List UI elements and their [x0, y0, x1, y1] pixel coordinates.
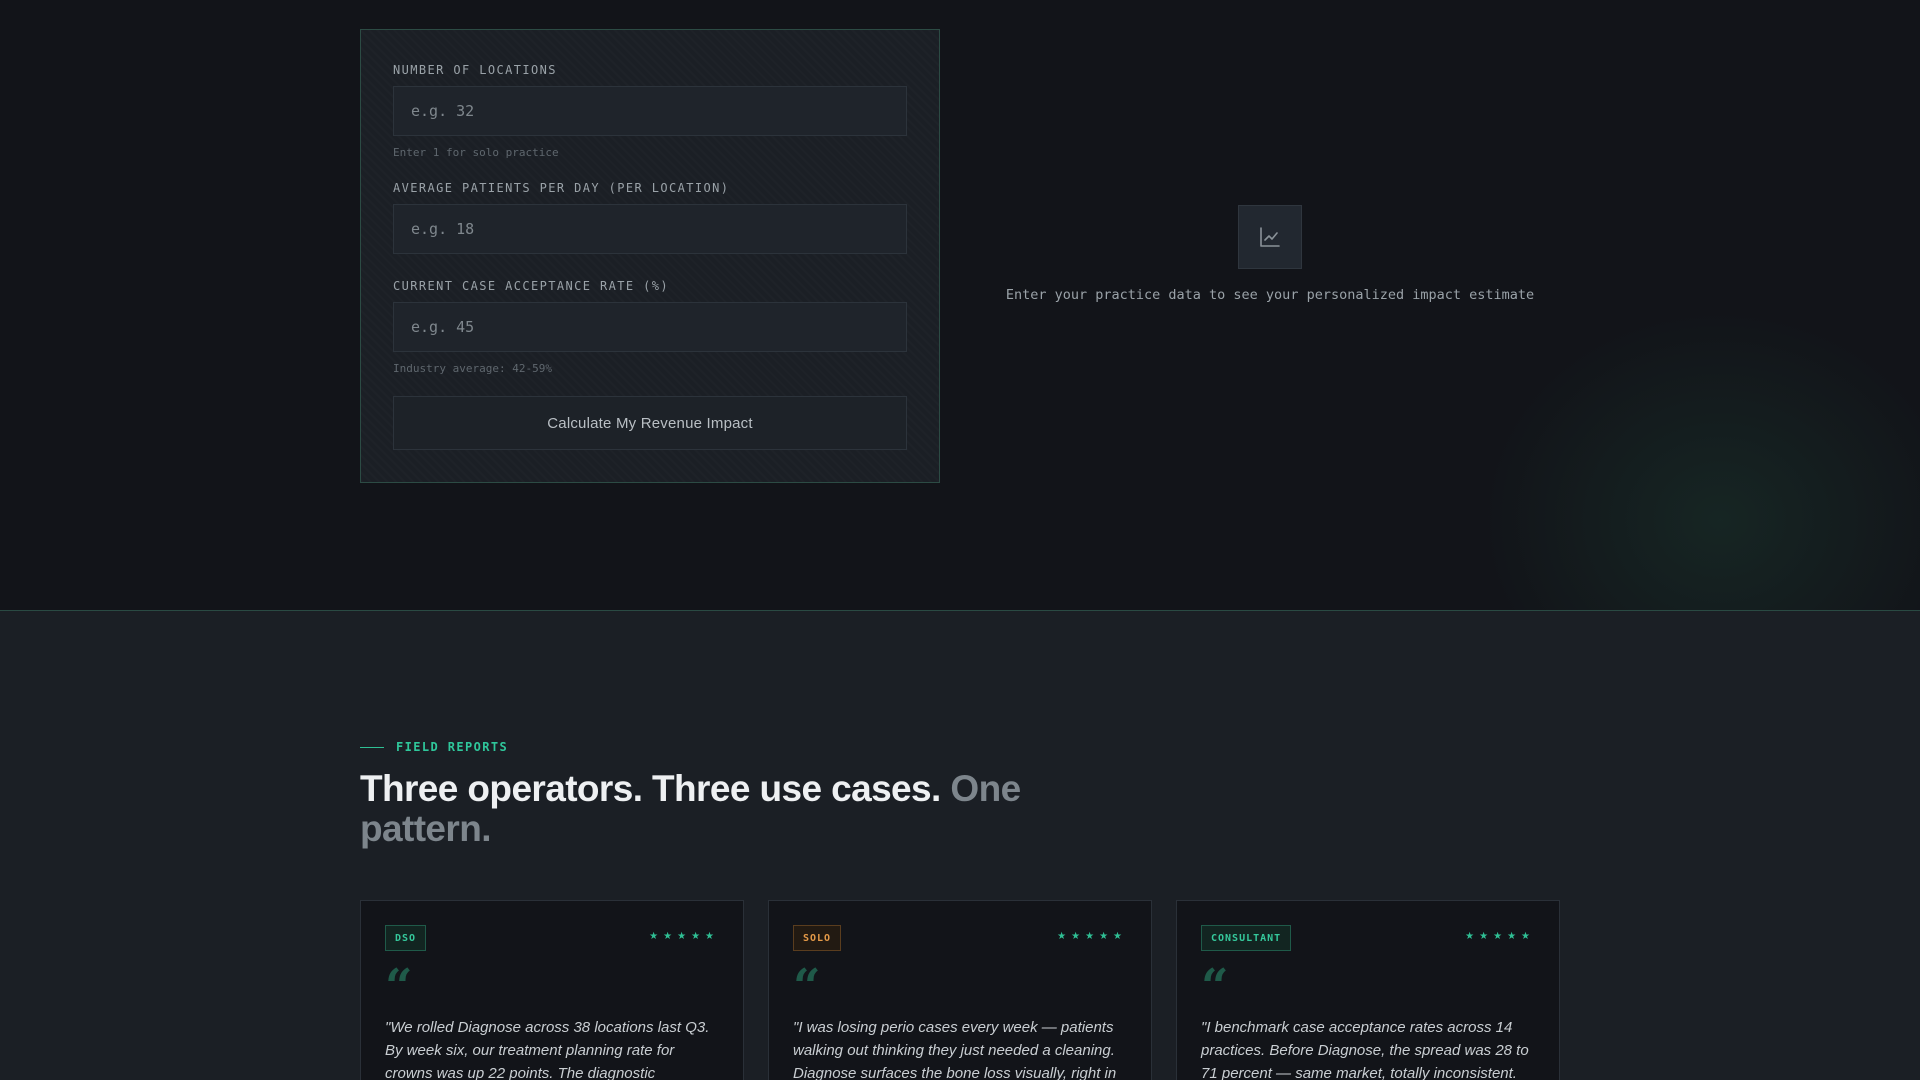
testimonial-quote: "We rolled Diagnose across 38 locations …	[385, 1019, 710, 1080]
testimonial-card-dso: DSO ★★★★★ “ "We rolled Diagnose across 3…	[360, 900, 744, 1080]
calculate-button[interactable]: Calculate My Revenue Impact	[393, 396, 907, 450]
section-headline: Three operators. Three use cases. One pa…	[360, 769, 1060, 849]
quote-icon: “	[1201, 959, 1229, 1015]
badge-consultant: CONSULTANT	[1201, 925, 1292, 951]
testimonial-card-solo: SOLO ★★★★★ “ "I was losing perio cases e…	[768, 900, 1152, 1080]
patients-per-day-input[interactable]	[393, 204, 907, 254]
calculator-form: NUMBER OF LOCATIONS Enter 1 for solo pra…	[360, 29, 940, 483]
locations-input[interactable]	[393, 86, 907, 136]
testimonial-quote: "I was losing perio cases every week — p…	[793, 1019, 1117, 1080]
headline-main: Three operators. Three use cases.	[360, 768, 941, 809]
field-reports-section: FIELD REPORTS Three operators. Three use…	[0, 610, 1920, 1080]
locations-label: NUMBER OF LOCATIONS	[393, 63, 557, 77]
result-empty-text: Enter your practice data to see your per…	[1005, 287, 1535, 303]
badge-solo: SOLO	[793, 925, 842, 951]
acceptance-rate-input[interactable]	[393, 302, 907, 352]
section-eyebrow: FIELD REPORTS	[360, 740, 508, 754]
eyebrow-divider	[360, 746, 384, 748]
line-chart-icon	[1238, 205, 1302, 269]
eyebrow-label: FIELD REPORTS	[396, 740, 509, 754]
quote-icon: “	[793, 959, 821, 1015]
star-rating: ★★★★★	[1057, 931, 1127, 942]
badge-dso: DSO	[385, 925, 427, 951]
testimonial-card-consultant: CONSULTANT ★★★★★ “ "I benchmark case acc…	[1176, 900, 1560, 1080]
patients-per-day-label: AVERAGE PATIENTS PER DAY (PER LOCATION)	[393, 181, 730, 195]
result-placeholder: Enter your practice data to see your per…	[960, 205, 1580, 303]
quote-icon: “	[385, 959, 413, 1015]
star-rating: ★★★★★	[649, 931, 719, 942]
testimonial-quote: "I benchmark case acceptance rates acros…	[1201, 1019, 1529, 1080]
star-rating: ★★★★★	[1465, 931, 1535, 942]
locations-hint: Enter 1 for solo practice	[393, 146, 559, 159]
acceptance-rate-label: CURRENT CASE ACCEPTANCE RATE (%)	[393, 279, 669, 293]
calculator-section: NUMBER OF LOCATIONS Enter 1 for solo pra…	[0, 0, 1920, 610]
acceptance-rate-hint: Industry average: 42-59%	[393, 362, 552, 375]
